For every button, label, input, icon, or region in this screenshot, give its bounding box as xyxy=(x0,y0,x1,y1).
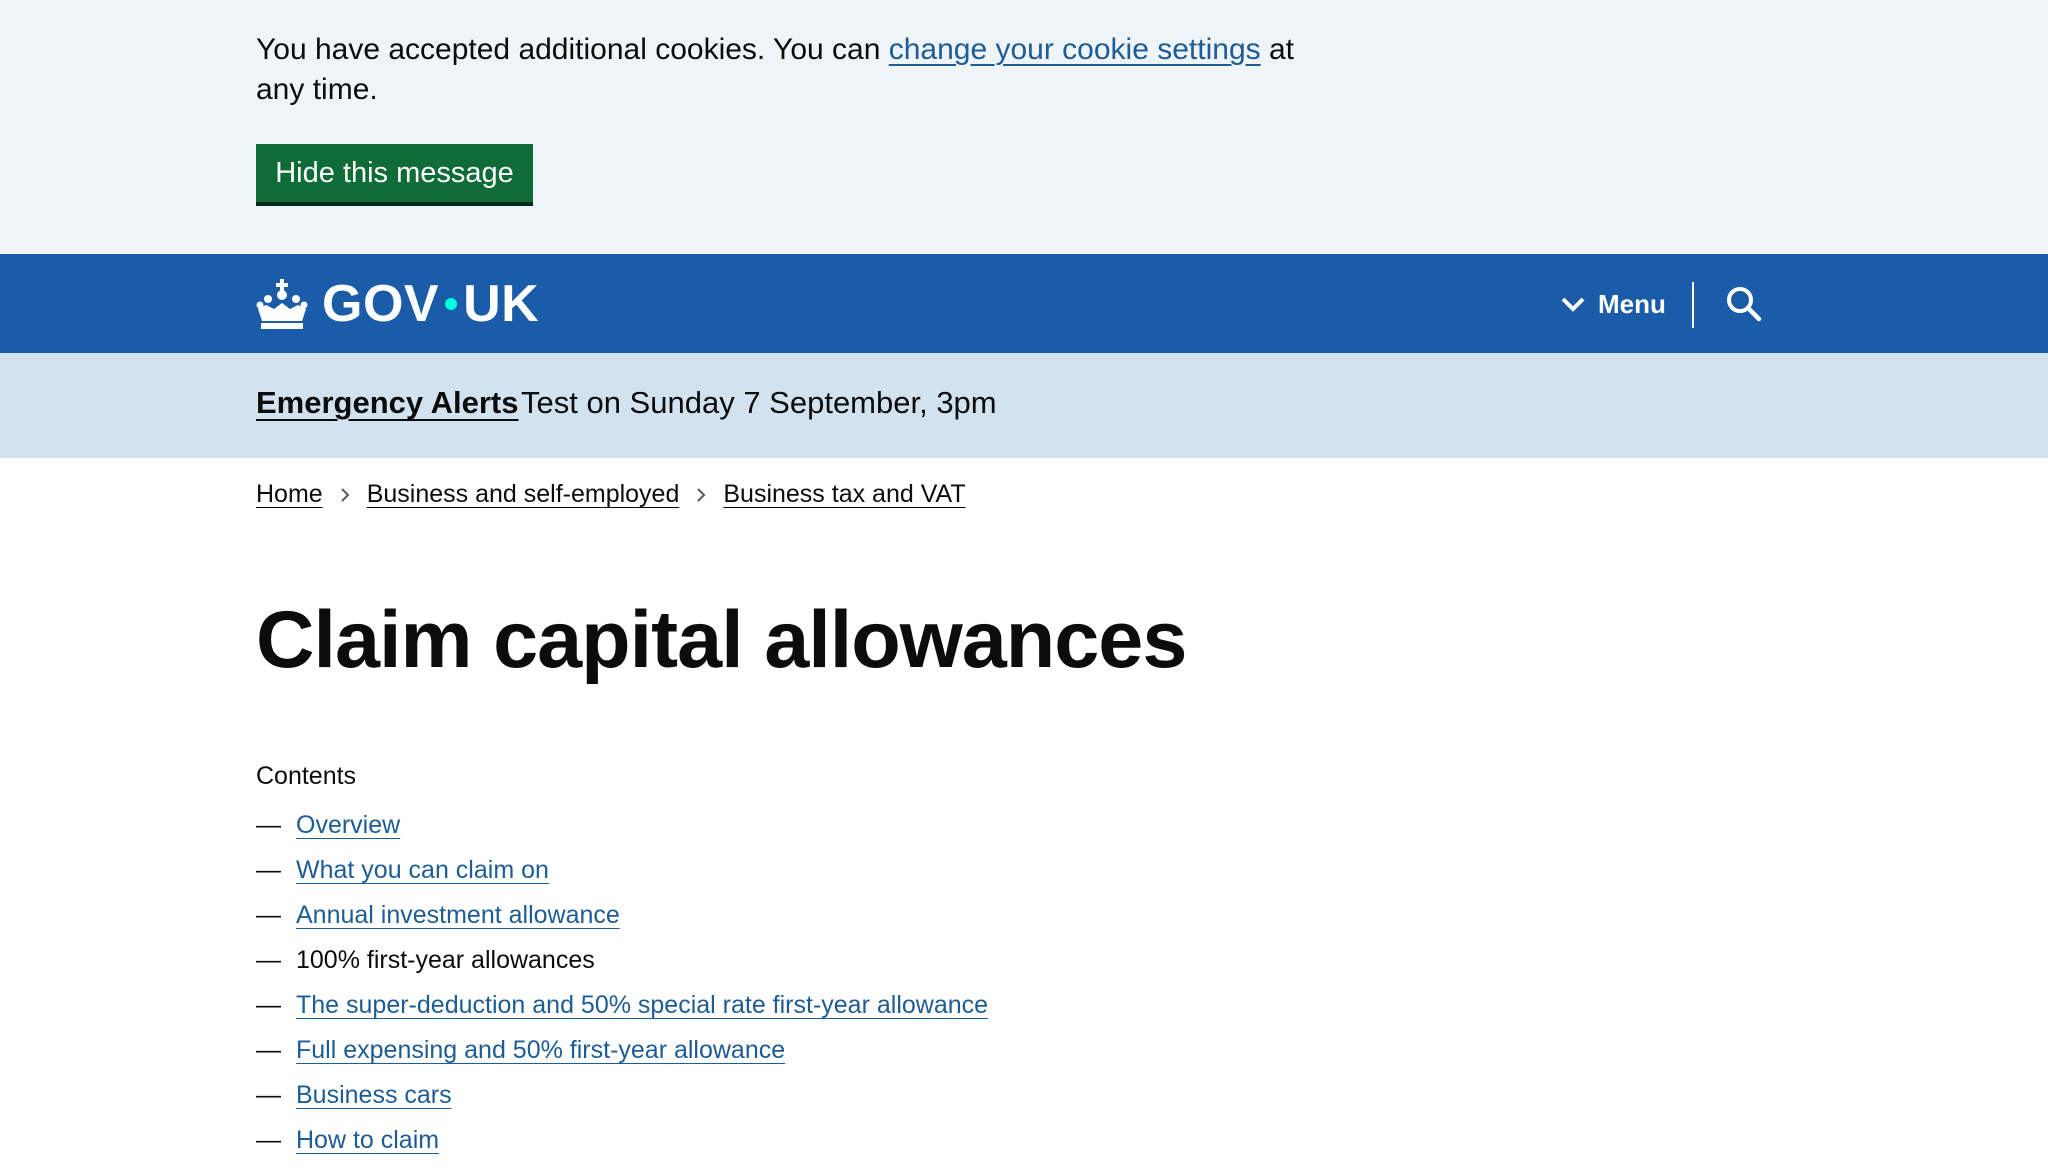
contents-link-full-expensing[interactable]: Full expensing and 50% first-year allowa… xyxy=(296,1033,785,1067)
contents-link-what-you-can-claim-on[interactable]: What you can claim on xyxy=(296,853,549,887)
breadcrumb: Home Business and self-employed Business… xyxy=(256,480,966,509)
site-header: GOV UK Menu xyxy=(0,254,2048,353)
list-dash: — xyxy=(256,1081,281,1109)
page-title: Claim capital allowances xyxy=(256,595,1187,685)
govuk-logo-link[interactable]: GOV UK xyxy=(256,274,539,334)
list-dash: — xyxy=(256,811,281,839)
chevron-down-icon xyxy=(1561,297,1585,312)
menu-label: Menu xyxy=(1598,288,1666,319)
contents-item: — Full expensing and 50% first-year allow… xyxy=(256,1033,988,1078)
contents-link-business-cars[interactable]: Business cars xyxy=(296,1078,452,1112)
chevron-right-icon xyxy=(697,487,706,502)
contents-heading: Contents xyxy=(256,762,357,790)
cookie-message: You have accepted additional cookies. Yo… xyxy=(256,30,1316,110)
list-dash: — xyxy=(256,856,281,884)
contents-item: — The super-deduction and 50% special rat… xyxy=(256,988,988,1033)
search-button[interactable] xyxy=(1724,284,1764,324)
contents-item: — 100% first-year allowances xyxy=(256,943,988,988)
crown-icon xyxy=(256,279,308,329)
list-dash: — xyxy=(256,901,281,929)
search-icon xyxy=(1727,287,1762,322)
contents-list: — Overview — What you can claim on — Annual… xyxy=(256,808,988,1168)
alert-description: Test on Sunday 7 September, 3pm xyxy=(521,385,997,420)
govuk-wordmark: GOV UK xyxy=(322,274,539,334)
contents-link-overview[interactable]: Overview xyxy=(296,808,400,842)
logo-dot xyxy=(445,298,458,310)
contents-link-annual-investment-allowance[interactable]: Annual investment allowance xyxy=(296,898,620,932)
chevron-right-icon xyxy=(340,487,350,502)
breadcrumb-business-tax-vat[interactable]: Business tax and VAT xyxy=(723,480,965,509)
contents-item: — What you can claim on xyxy=(256,853,988,898)
logo-text-gov: GOV xyxy=(322,275,440,333)
list-dash: — xyxy=(256,991,281,1019)
contents-current-item: 100% first-year allowances xyxy=(296,946,595,974)
contents-item: — Overview xyxy=(256,808,988,853)
emergency-alert-banner: Emergency Alerts Test on Sunday 7 Septem… xyxy=(0,353,2048,458)
contents-item: — Annual investment allowance xyxy=(256,898,988,943)
cookie-banner: You have accepted additional cookies. Yo… xyxy=(0,0,2048,254)
breadcrumb-home[interactable]: Home xyxy=(256,480,323,509)
contents-item: — Business cars xyxy=(256,1078,988,1123)
cookie-text-before: You have accepted additional cookies. Yo… xyxy=(256,33,889,66)
cookie-settings-link[interactable]: change your cookie settings xyxy=(889,33,1261,66)
header-divider xyxy=(1692,282,1694,328)
list-dash: — xyxy=(256,1036,281,1064)
contents-link-super-deduction[interactable]: The super-deduction and 50% special rate… xyxy=(296,988,988,1022)
logo-text-uk: UK xyxy=(463,275,540,333)
hide-message-button[interactable]: Hide this message xyxy=(256,144,533,202)
menu-button[interactable]: Menu xyxy=(1560,282,1666,326)
breadcrumb-business-self-employed[interactable]: Business and self-employed xyxy=(367,480,680,509)
emergency-alerts-link[interactable]: Emergency Alerts xyxy=(256,385,518,421)
contents-item: — How to claim xyxy=(256,1123,988,1168)
list-dash: — xyxy=(256,946,281,974)
